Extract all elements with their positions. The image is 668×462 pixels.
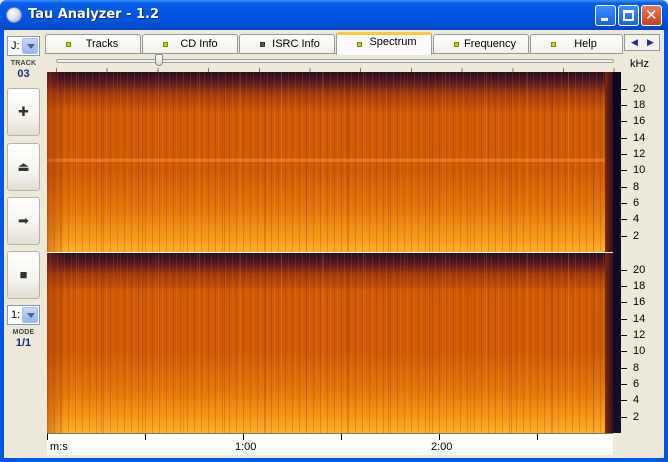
minimize-button[interactable] (595, 5, 616, 26)
maximize-icon (623, 10, 634, 21)
khz-tick-label: 14 (633, 313, 646, 325)
zoom-slider-thumb[interactable] (155, 54, 163, 66)
time-tick (341, 434, 342, 440)
spectrum-edge-bar (613, 72, 621, 433)
zoom-slider-track[interactable] (56, 59, 614, 63)
time-tick (439, 434, 440, 440)
time-tick-label: 2:00 (431, 441, 453, 453)
khz-unit-label: kHz (630, 58, 649, 70)
play-button[interactable]: ➡ (7, 197, 40, 245)
khz-tick-label: 6 (633, 378, 640, 390)
tab-tracks[interactable]: Tracks (45, 34, 141, 54)
spectrogram-layer (47, 72, 65, 252)
tab-label: Tracks (85, 38, 119, 50)
eject-button[interactable]: ⏏ (7, 143, 40, 191)
stop-icon: ■ (19, 267, 28, 282)
khz-tick-label: 8 (633, 181, 640, 193)
time-tick (243, 434, 244, 440)
spectrogram-layer (605, 253, 613, 433)
khz-tick-label: 12 (633, 329, 646, 341)
eject-icon: ⏏ (17, 159, 30, 174)
spectrogram-layer (47, 253, 613, 433)
khz-tick-label: 2 (633, 230, 640, 242)
khz-tick-label: 4 (633, 213, 640, 225)
khz-tick-label: 10 (633, 164, 646, 176)
spectrogram-layer (47, 72, 613, 252)
close-button[interactable]: ✕ (641, 5, 662, 26)
client-area: J: TRACK 03 ✚ ⏏ ➡ ■ 1: MODE 1/1 Tracks C… (4, 30, 664, 458)
khz-tick-label: 16 (633, 115, 646, 127)
khz-tick-label: 20 (633, 83, 646, 95)
chevron-right-icon[interactable]: ▶ (647, 37, 654, 48)
mode-select[interactable]: 1: (7, 305, 40, 325)
khz-tick-label: 16 (633, 296, 646, 308)
add-button[interactable]: ✚ (7, 88, 40, 136)
khz-tick-label: 8 (633, 362, 640, 374)
tab-help[interactable]: Help (530, 34, 623, 54)
time-tick-label: 1:00 (235, 441, 257, 453)
chevron-down-icon[interactable] (22, 307, 38, 323)
spectrogram-channel-2[interactable] (47, 253, 613, 433)
tab-label: CD Info (180, 38, 218, 50)
tab-isrc-info[interactable]: ISRC Info (239, 34, 335, 54)
plus-icon: ✚ (18, 104, 29, 119)
tab-spectrum[interactable]: Spectrum (336, 32, 432, 55)
time-unit-label: m:s (50, 441, 68, 453)
khz-tick-label: 18 (633, 280, 646, 292)
tab-strip: Tracks CD Info ISRC Info Spectrum Freque… (45, 32, 623, 55)
close-icon: ✕ (645, 6, 658, 24)
khz-tick-label: 4 (633, 394, 640, 406)
chevron-left-icon[interactable]: ◀ (631, 37, 638, 48)
spectrogram-layer (47, 253, 65, 433)
arrow-right-icon: ➡ (18, 213, 29, 228)
khz-tick-label: 14 (633, 132, 646, 144)
time-axis: m:s 1:00 2:00 (47, 433, 613, 455)
mode-value: 1/1 (15, 337, 32, 349)
khz-tick-label: 2 (633, 411, 640, 423)
track-caption: TRACK (10, 60, 37, 67)
chevron-down-icon[interactable] (22, 38, 38, 54)
drive-select-value: J: (11, 40, 20, 52)
spectrogram-layer (605, 72, 613, 252)
tab-frequency[interactable]: Frequency (433, 34, 529, 54)
tab-label: ISRC Info (272, 38, 320, 50)
mode-caption: MODE (12, 329, 35, 336)
maximize-button[interactable] (618, 5, 639, 26)
tab-panel-border (45, 53, 623, 54)
khz-tick-label: 12 (633, 148, 646, 160)
khz-tick-label: 6 (633, 197, 640, 209)
track-number: 03 (17, 68, 30, 80)
drive-select[interactable]: J: (7, 36, 40, 56)
time-tick (47, 434, 48, 440)
time-tick (145, 434, 146, 440)
time-tick (537, 434, 538, 440)
tab-cd-info[interactable]: CD Info (142, 34, 238, 54)
tab-scroll-buttons[interactable]: ◀ ▶ (624, 34, 660, 51)
app-window: Tau Analyzer - 1.2 ✕ J: TRACK 03 ✚ ⏏ ➡ ■… (0, 0, 668, 462)
tab-label: Spectrum (369, 36, 417, 48)
app-icon (6, 7, 22, 23)
mode-select-value: 1: (11, 309, 21, 321)
spectrogram-channel-1[interactable] (47, 72, 613, 252)
window-title: Tau Analyzer - 1.2 (28, 7, 160, 22)
stop-button[interactable]: ■ (7, 251, 40, 299)
minimize-icon (601, 18, 608, 21)
khz-tick-label: 20 (633, 264, 646, 276)
khz-tick-label: 18 (633, 99, 646, 111)
tab-label: Frequency (464, 38, 516, 50)
title-bar[interactable]: Tau Analyzer - 1.2 ✕ (0, 0, 668, 30)
khz-tick-label: 10 (633, 345, 646, 357)
tab-label: Help (574, 38, 597, 50)
